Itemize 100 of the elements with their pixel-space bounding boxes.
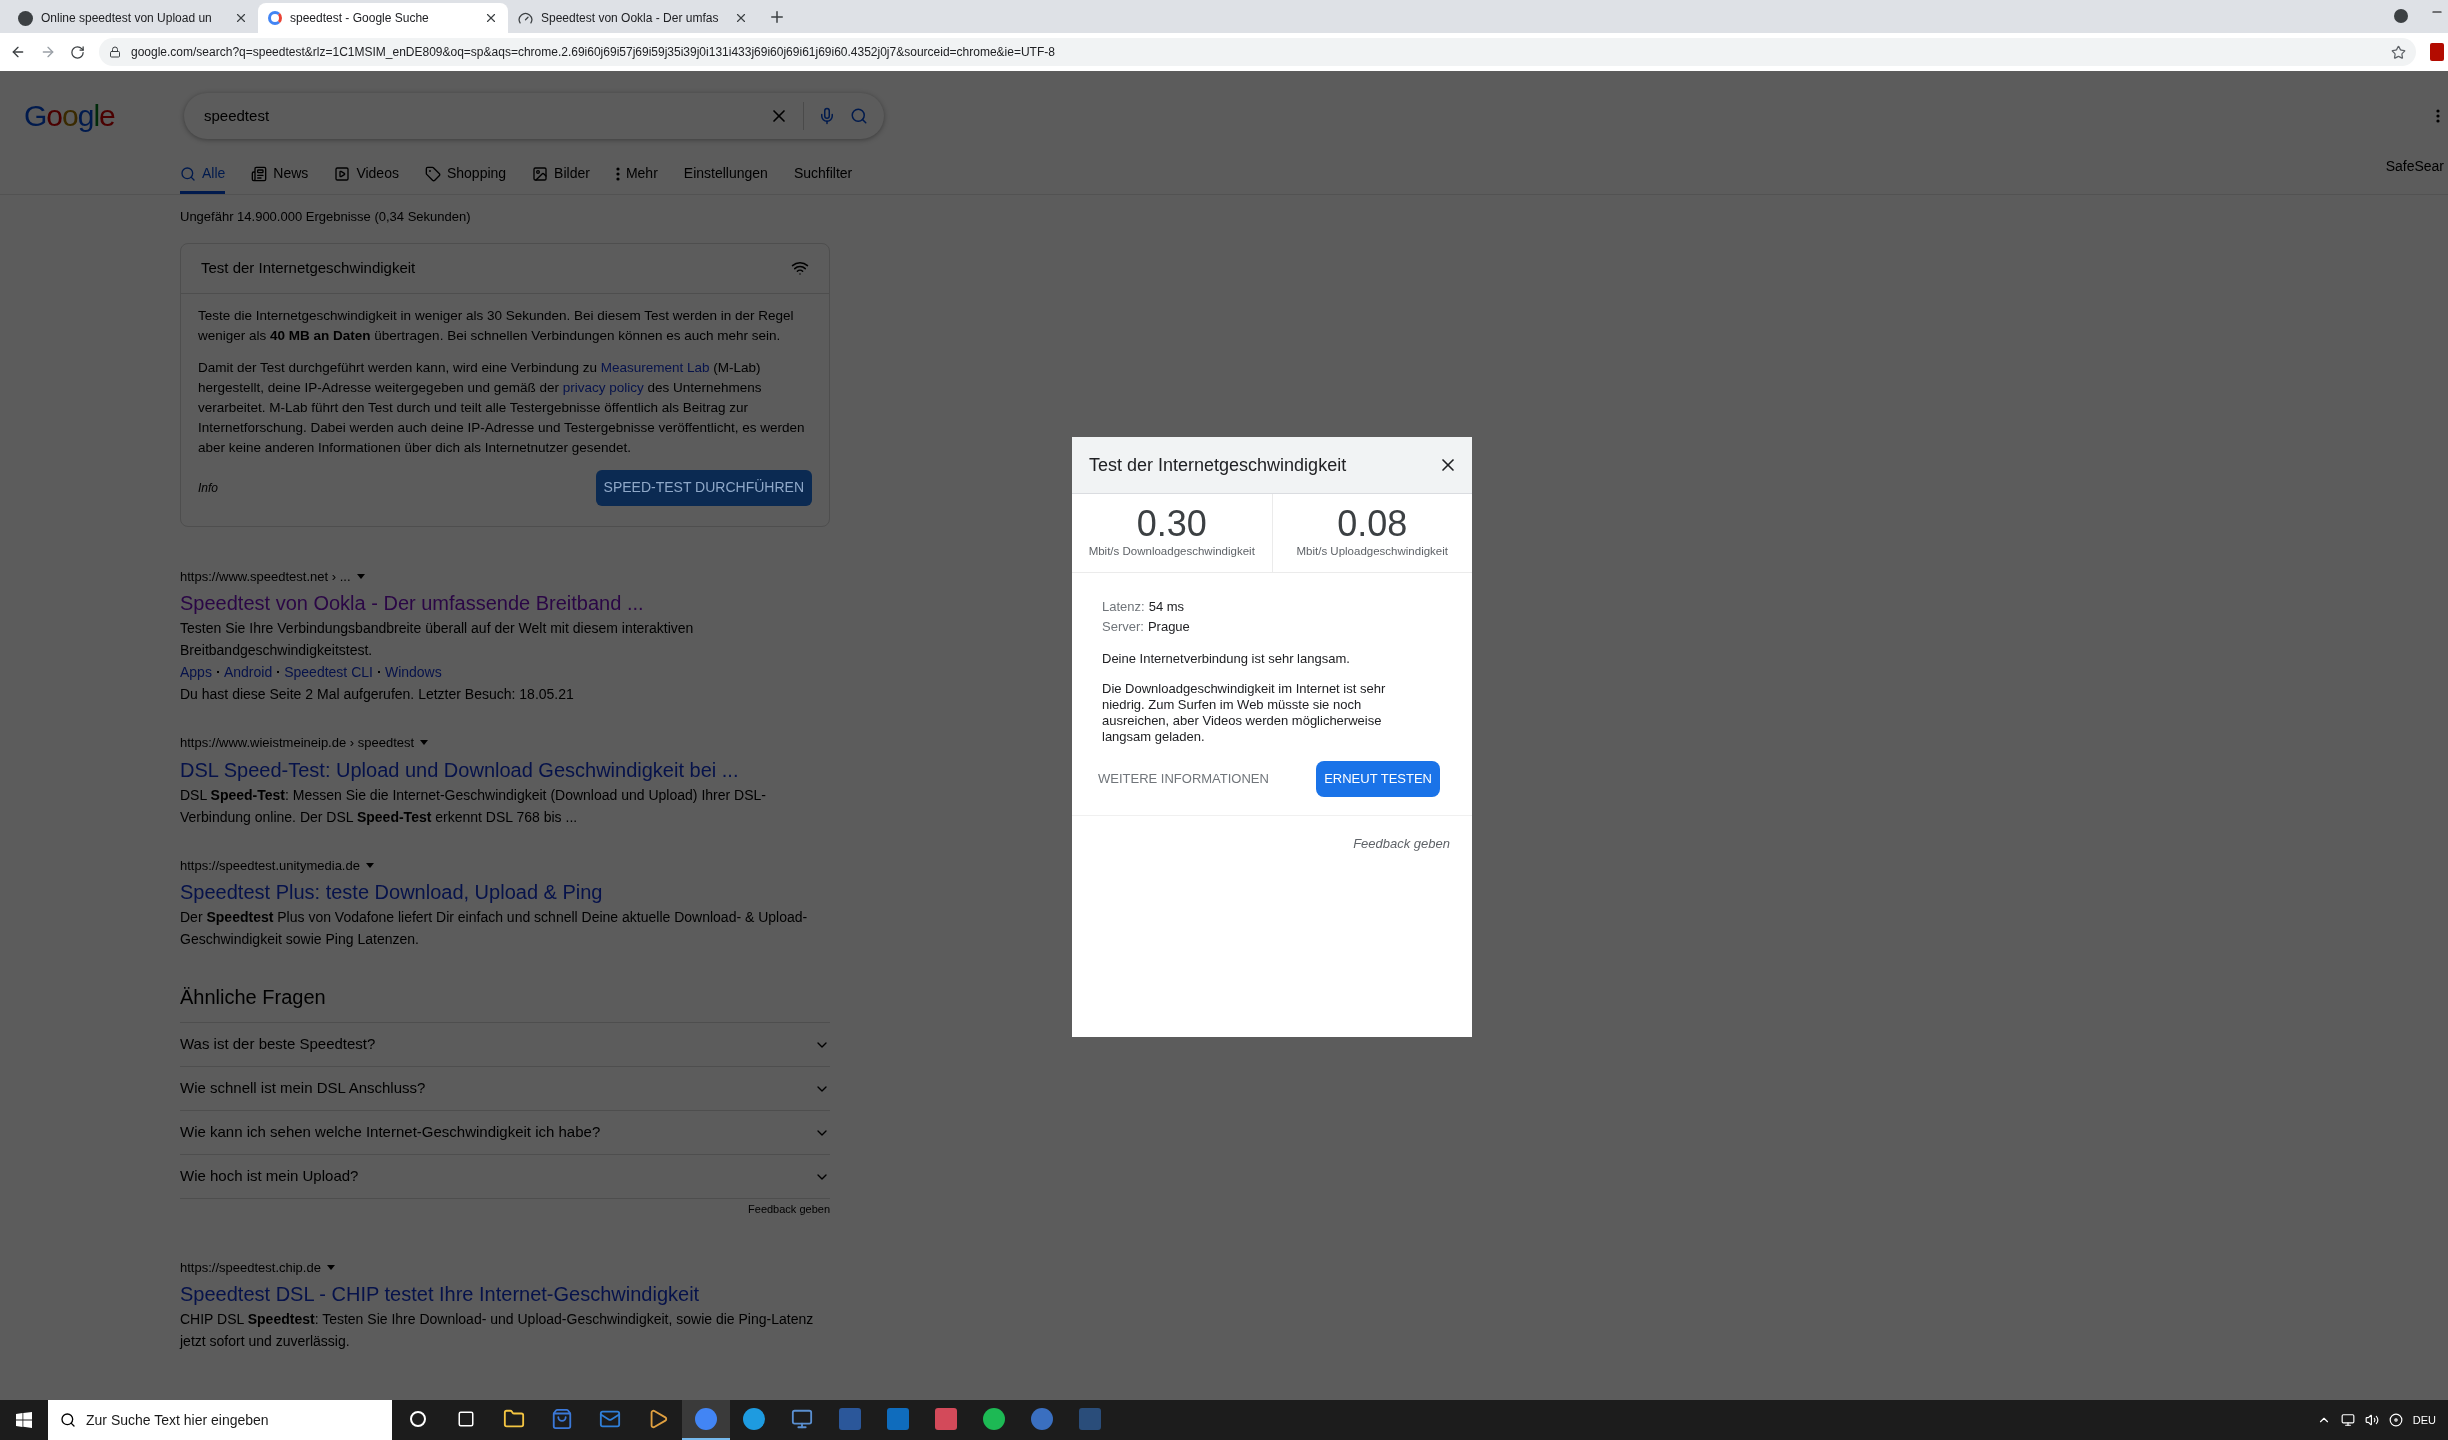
search-nav-tab[interactable]: Bilder xyxy=(532,156,590,194)
search-query: speedtest xyxy=(204,105,271,126)
google-logo[interactable]: Google xyxy=(24,101,144,131)
detail-value: 54 ms xyxy=(1148,598,1185,616)
close-icon[interactable] xyxy=(484,11,498,25)
tab-title: Online speedtest von Upload un xyxy=(41,10,212,27)
back-icon[interactable] xyxy=(10,44,26,60)
favicon-ring-icon xyxy=(268,11,282,25)
speed-description: Die Downloadgeschwindigkeit im Internet ist sehr niedrig. Zum Surfen im Web müsste sie noch ausreichen, aber Videos werden möglicherweise langsam geladen. xyxy=(1102,680,1387,745)
question-row[interactable]: Wie hoch ist mein Upload? xyxy=(180,1154,830,1198)
visit-note: Du hast diese Seite 2 Mal aufgerufen. Letzter Besuch: 18.05.21 xyxy=(180,685,575,704)
lock-icon xyxy=(109,46,121,58)
result-snippet: Der Speedtest Plus von Vodafone liefert Dir einfach und schnell Deine aktuelle Download- & Upload-Geschwindigkeit sowie Ping Latenzen. xyxy=(180,908,809,949)
windows-start-icon[interactable] xyxy=(16,1412,32,1428)
reload-icon[interactable] xyxy=(70,44,85,60)
tag-icon xyxy=(424,165,441,182)
sitelink[interactable]: Speedtest CLI xyxy=(284,661,373,683)
search-nav-tab[interactable]: Suchfilter xyxy=(793,156,853,194)
speed-value: 0.08 xyxy=(1337,505,1408,544)
dropdown-caret-icon[interactable] xyxy=(420,740,429,746)
browser-tab[interactable]: speedtest - Google Suche xyxy=(258,3,508,33)
search-nav-tab[interactable]: Mehr xyxy=(615,156,658,194)
apps-menu-icon[interactable] xyxy=(2436,109,2440,123)
inline-link[interactable]: privacy policy xyxy=(562,379,644,395)
info-label[interactable]: Info xyxy=(198,478,218,497)
sitelink[interactable]: Android xyxy=(223,661,273,683)
feedback-link[interactable]: Feedback geben xyxy=(748,1201,830,1218)
search-icon xyxy=(180,165,196,182)
safesearch-label[interactable]: SafeSear xyxy=(2385,156,2444,194)
result-snippet: Testen Sie Ihre Verbindungsbandbreite überall auf der Welt mit diesem interaktiven Breitbandgeschwindigkeitstest. xyxy=(180,619,695,660)
card-paragraph: Damit der Test durchgeführt werden kann, wird eine Verbindung zu Measurement Lab (M-Lab) hergestellt, deine IP-Adresse weitergegeben und gemäß der privacy policy des Unternehmens verarbeitet. M-Lab führt den Test durch und teilt alle Testergebnisse öffentlich als Beitrag zur Internetforschung. Dabei werden auch deine IP-Adresse und Testergebnisse veröffentlicht, es werden aber keine anderen Informationen über dich als Internetnutzer gesendet. xyxy=(198,358,806,457)
newspaper-icon xyxy=(251,165,268,182)
search-box[interactable]: speedtest xyxy=(184,93,884,139)
dialog-title: Test der Internetgeschwindigkeit xyxy=(1089,453,1347,477)
round-app-icon[interactable] xyxy=(983,1408,1005,1430)
search-nav-tab[interactable]: Videos xyxy=(334,156,399,194)
result-snippet: DSL Speed-Test: Messen Sie die Internet-Geschwindigkeit (Download und Upload) Ihrer DSL-Verbindung online. Der DSL Speed-Test erkennt DSL 768 bis ... xyxy=(180,785,767,827)
more-icon[interactable] xyxy=(615,166,620,181)
retest-button[interactable]: ERNEUT TESTEN xyxy=(1316,760,1440,797)
dropdown-caret-icon[interactable] xyxy=(356,573,365,579)
url-text: google.com/search?q=speedtest&rlz=1C1MSIM_enDE809&oq=sp&aqs=chrome.2.69i60j69i57j69i59j35i39j0i131i433j69i60j69i61j69i60.4352j0j7&sourceid=chrome&ie=UTF-8 xyxy=(131,44,1056,61)
store-bag-icon[interactable] xyxy=(551,1408,573,1430)
result-url: https://speedtest.chip.de xyxy=(180,1258,321,1277)
profile-icon[interactable] xyxy=(2394,9,2408,23)
sitelink[interactable]: Windows xyxy=(384,661,442,683)
search-nav-tab[interactable]: Alle xyxy=(180,156,226,194)
wifi-icon xyxy=(791,259,809,277)
mail-icon[interactable] xyxy=(599,1408,621,1430)
search-icon xyxy=(60,1412,76,1428)
speed-unit-label: Mbit/s Uploadgeschwindigkeit xyxy=(1296,544,1448,560)
play-icon xyxy=(334,165,351,182)
language-indicator[interactable]: DEU xyxy=(2412,1411,2436,1429)
more-info-button[interactable]: WEITERE INFORMATIONEN xyxy=(1098,760,1269,797)
dropdown-caret-icon[interactable] xyxy=(326,1264,335,1270)
new-tab-icon[interactable] xyxy=(768,8,786,26)
search-icon[interactable] xyxy=(850,107,868,125)
round-app-icon[interactable] xyxy=(695,1408,717,1430)
detail-label: Latenz: xyxy=(1102,598,1145,616)
round-app-icon[interactable] xyxy=(1031,1408,1053,1430)
result-title-link[interactable]: DSL Speed-Test: Upload und Download Geschwindigkeit bei ... xyxy=(180,755,830,784)
disc-icon[interactable] xyxy=(2388,1413,2403,1427)
result-stats: Ungefähr 14.900.000 Ergebnisse (0,34 Sekunden) xyxy=(180,208,472,226)
question-row[interactable]: Was ist der beste Speedtest? xyxy=(180,1022,830,1066)
result-title-link[interactable]: Speedtest DSL - CHIP testet Ihre Internet-Geschwindigkeit xyxy=(180,1280,830,1308)
result-url: https://www.wieistmeineip.de › speedtest xyxy=(180,734,415,752)
taskbar-search-field[interactable]: Zur Suche Text hier eingeben xyxy=(48,1400,392,1440)
address-bar[interactable]: google.com/search?q=speedtest&rlz=1C1MSIM_enDE809&oq=sp&aqs=chrome.2.69i60j69i57j69i59j35i39j0i131i433j69i60j69i61j69i60.4352j0j7&sourceid=chrome&ie=UTF-8 xyxy=(99,38,2416,66)
monitor-icon[interactable] xyxy=(791,1408,813,1430)
card-title: Test der Internetgeschwindigkeit xyxy=(201,257,416,278)
section-heading: Ähnliche Fragen xyxy=(180,985,327,1010)
result-title-link[interactable]: Speedtest Plus: teste Download, Upload & Ping xyxy=(180,878,830,906)
monitor-icon[interactable] xyxy=(2340,1413,2355,1427)
dropdown-caret-icon[interactable] xyxy=(365,862,374,868)
microphone-icon[interactable] xyxy=(818,107,836,125)
speed-value: 0.30 xyxy=(1136,505,1207,544)
result-snippet: CHIP DSL Speedtest: Testen Sie Ihre Download- und Upload-Geschwindigkeit, sowie die Ping-Latenz jetzt sofort und zuverlässig. xyxy=(180,1310,815,1351)
question-row[interactable]: Wie kann ich sehen welche Internet-Geschwindigkeit ich habe? xyxy=(180,1110,830,1154)
round-app-icon[interactable] xyxy=(743,1408,765,1430)
inline-link[interactable]: Measurement Lab xyxy=(600,359,710,375)
browser-tab[interactable]: Speedtest von Ookla - Der umfas xyxy=(508,3,758,33)
feedback-link[interactable]: Feedback geben xyxy=(1353,833,1450,853)
result-url: https://www.speedtest.net › ... xyxy=(180,567,351,586)
browser-tab[interactable]: Online speedtest von Upload un xyxy=(8,3,258,33)
detail-label: Server: xyxy=(1102,618,1144,636)
bookmark-star-icon[interactable] xyxy=(2391,44,2406,60)
task-view-icon[interactable] xyxy=(457,1410,475,1428)
sitelink[interactable]: Apps xyxy=(180,661,212,683)
question-row[interactable]: Wie schnell ist mein DSL Anschluss? xyxy=(180,1066,830,1110)
connection-status: Deine Internetverbindung ist sehr langsam. xyxy=(1102,650,1351,668)
close-icon[interactable] xyxy=(234,11,248,25)
result-title-link[interactable]: Speedtest von Ookla - Der umfassende Breitband ... xyxy=(180,589,830,617)
search-nav-tab[interactable]: Shopping xyxy=(424,156,507,194)
search-nav-tab[interactable]: News xyxy=(251,156,309,194)
folder-icon[interactable] xyxy=(503,1408,525,1430)
speaker-icon[interactable] xyxy=(2364,1413,2379,1427)
card-paragraph: Teste die Internetgeschwindigkeit in weniger als 30 Sekunden. Bei diesem Test werden in der Regel weniger als 40 MB an Daten übertragen. Bei schnellen Verbindungen können es auch mehr sein. xyxy=(198,306,795,345)
result-url: https://speedtest.unitymedia.de xyxy=(180,856,360,875)
tab-title: speedtest - Google Suche xyxy=(290,10,429,27)
search-nav-tab[interactable]: Einstellungen xyxy=(683,156,768,194)
run-speed-test-button[interactable]: SPEED-TEST DURCHFÜHREN xyxy=(595,469,812,506)
